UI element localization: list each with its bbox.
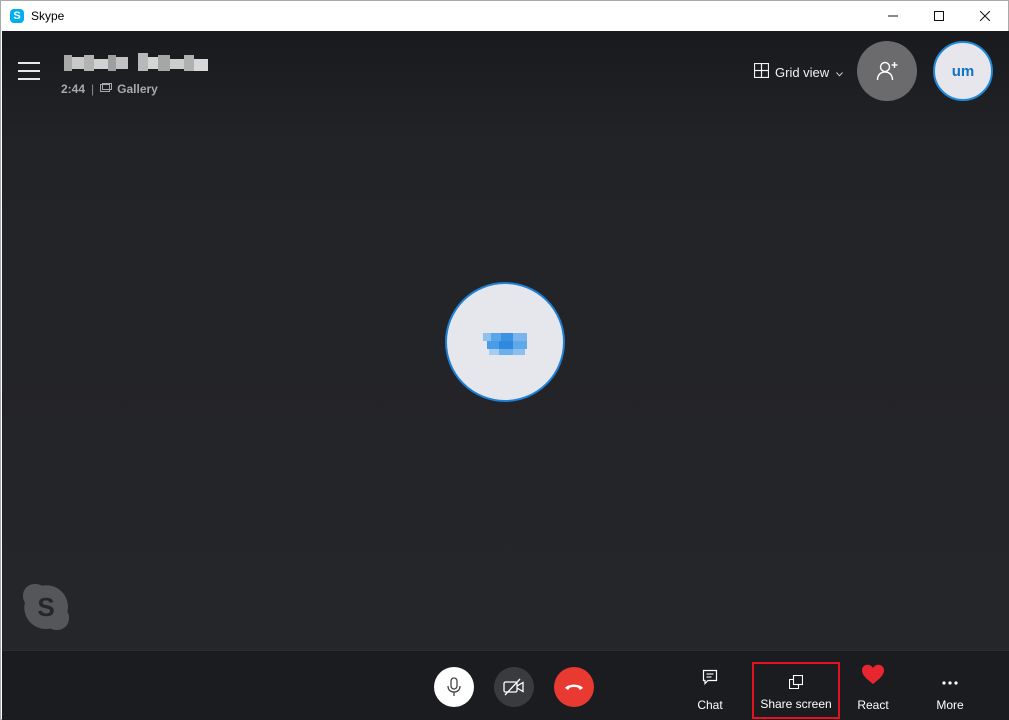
- skype-logo-icon: S: [21, 582, 71, 632]
- react-label: React: [857, 698, 889, 712]
- skype-window: S Skype 2:44 | Gallery Grid view um S Ch…: [0, 0, 1009, 720]
- more-options-button[interactable]: More: [928, 651, 972, 720]
- close-icon: [980, 11, 990, 21]
- skype-app-icon: S: [10, 9, 24, 23]
- view-mode-label: Gallery: [117, 82, 158, 96]
- call-meta: 2:44 | Gallery: [61, 82, 158, 96]
- hamburger-icon-line: [18, 70, 40, 72]
- share-screen-button[interactable]: Share screen: [752, 662, 840, 719]
- hamburger-icon: [18, 62, 40, 64]
- svg-text:S: S: [37, 592, 54, 622]
- hamburger-icon-line: [18, 78, 40, 80]
- window-title: Skype: [31, 9, 65, 23]
- add-person-icon: [876, 61, 898, 81]
- caller-name-redacted: [62, 51, 212, 75]
- participant-avatar: [445, 282, 565, 402]
- meta-separator: |: [91, 82, 95, 96]
- more-icon: [942, 651, 958, 691]
- self-avatar[interactable]: um: [933, 41, 993, 101]
- grid-view-button[interactable]: Grid view: [753, 62, 844, 81]
- chat-label: Chat: [697, 698, 723, 712]
- end-call-button[interactable]: [554, 667, 594, 707]
- grid-view-label: Grid view: [775, 64, 830, 80]
- share-screen-label: Share screen: [760, 697, 832, 711]
- call-stage: 2:44 | Gallery Grid view um S: [2, 31, 1009, 650]
- minimize-icon: [888, 15, 898, 17]
- chevron-down-icon: [836, 65, 844, 80]
- call-duration: 2:44: [61, 82, 86, 96]
- mute-button[interactable]: [434, 667, 474, 707]
- title-bar: S Skype: [1, 1, 1008, 31]
- maximize-icon: [934, 11, 944, 21]
- video-off-icon: [503, 678, 524, 696]
- gallery-icon: [100, 82, 113, 96]
- chat-icon: [702, 651, 718, 691]
- more-label: More: [936, 698, 964, 712]
- microphone-icon: [447, 677, 461, 696]
- call-controls-bar: Chat Share screen React More: [2, 650, 1009, 720]
- video-toggle-button[interactable]: [494, 667, 534, 707]
- add-participant-button[interactable]: [857, 41, 917, 101]
- chat-button[interactable]: Chat: [690, 651, 730, 720]
- maximize-button[interactable]: [916, 1, 962, 31]
- hamburger-menu-button[interactable]: [18, 61, 42, 81]
- grid-view-icon: [753, 62, 770, 81]
- end-call-icon: [565, 684, 583, 690]
- react-button[interactable]: React: [852, 651, 894, 720]
- minimize-button[interactable]: [870, 1, 916, 31]
- share-screen-icon: [789, 664, 803, 691]
- heart-icon: [861, 651, 885, 691]
- close-button[interactable]: [962, 1, 1008, 31]
